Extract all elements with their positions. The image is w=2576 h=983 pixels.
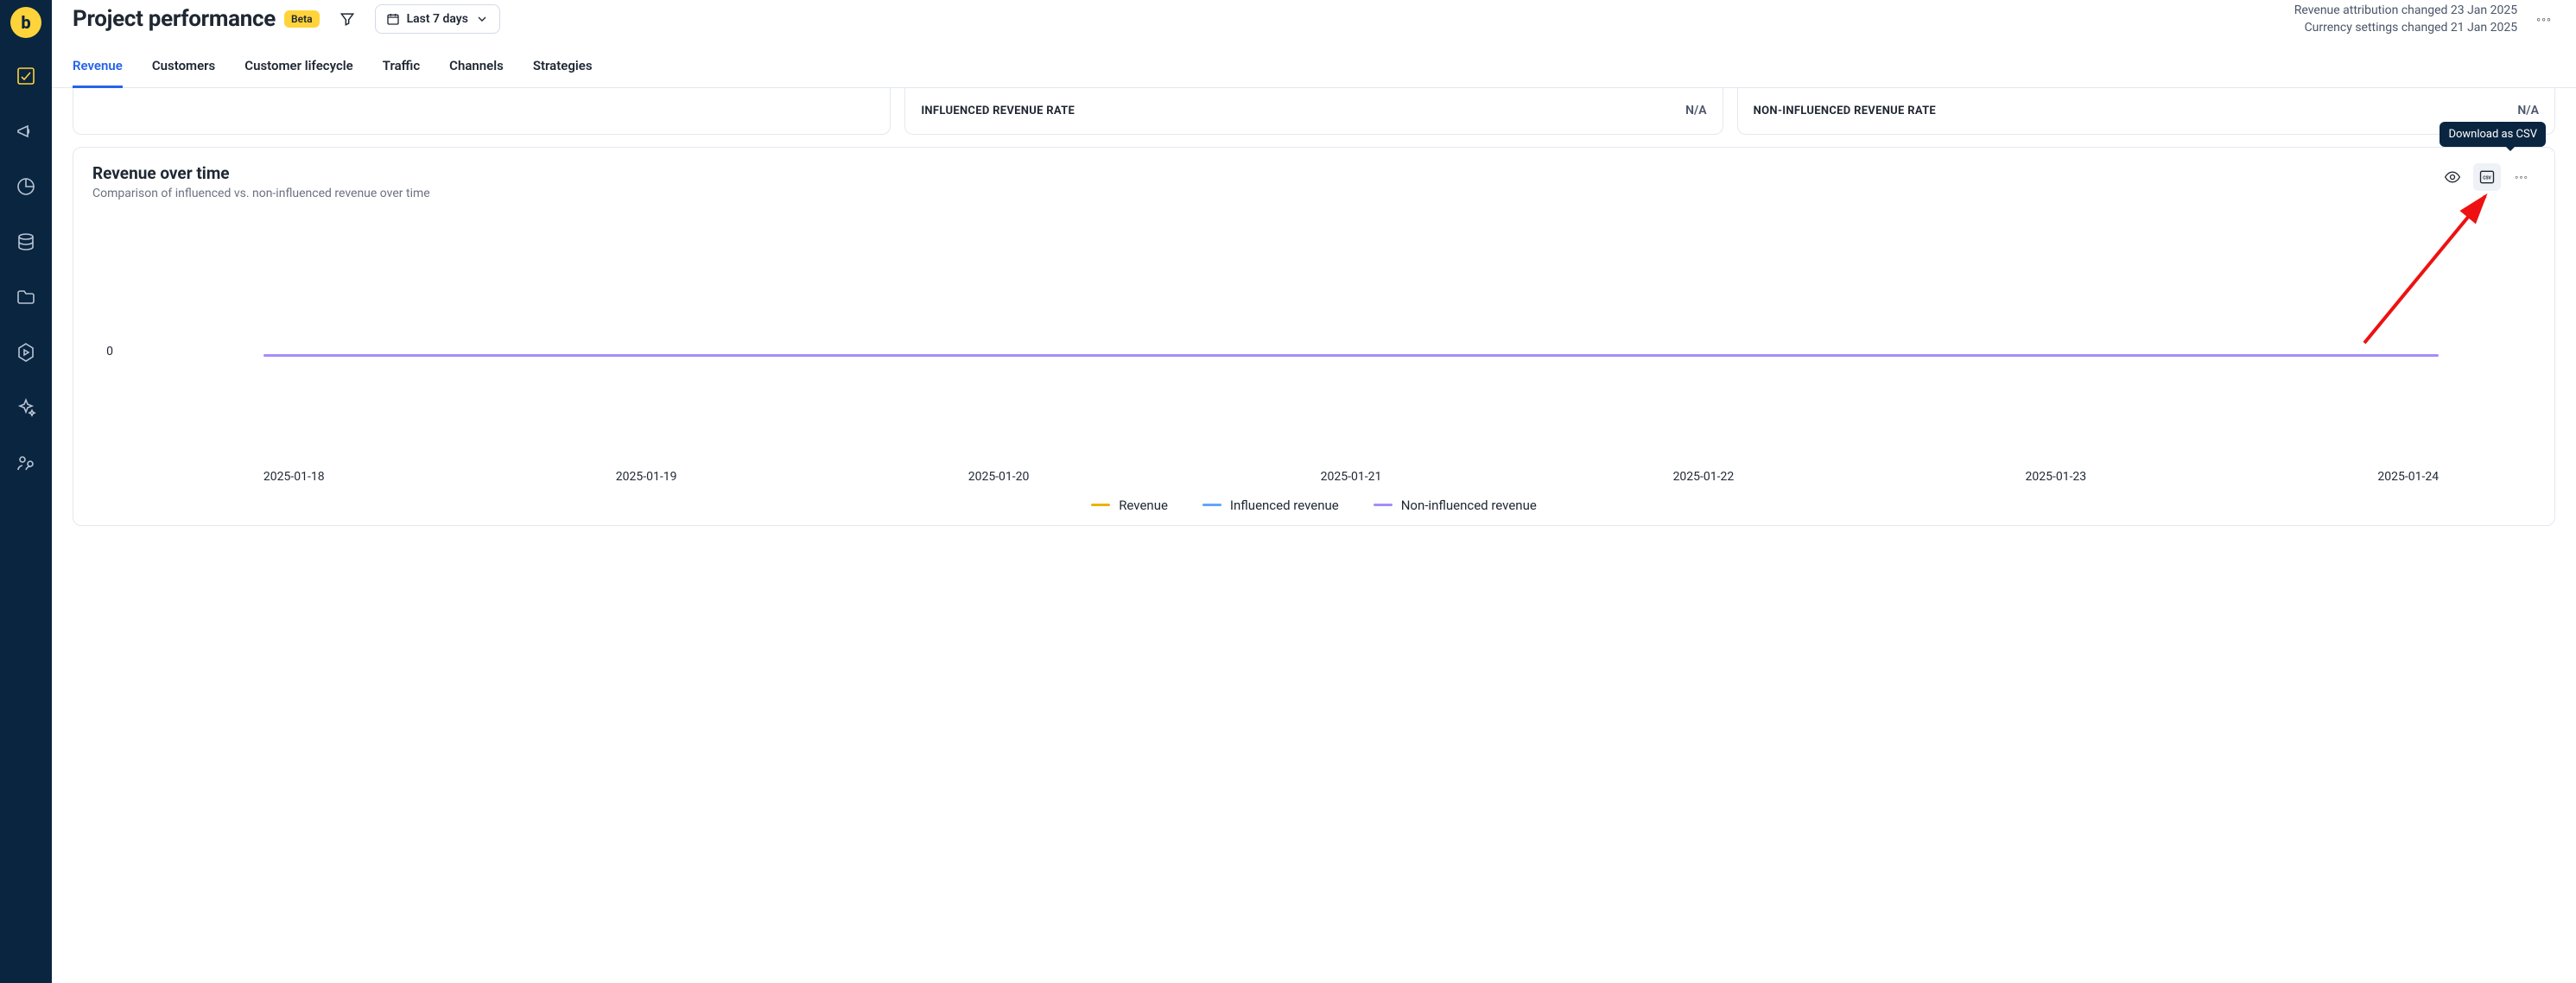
sidebar-item-campaigns[interactable]	[9, 114, 43, 149]
page-header: Project performance Beta Last 7 days Rev…	[52, 0, 2576, 37]
pie-icon	[16, 176, 36, 197]
sidebar-item-ai[interactable]	[9, 390, 43, 425]
sidebar-item-analytics[interactable]	[9, 169, 43, 204]
database-icon	[16, 231, 36, 252]
tabs: Revenue Customers Customer lifecycle Tra…	[52, 46, 2576, 88]
megaphone-icon	[16, 121, 36, 142]
sidebar-item-playground[interactable]	[9, 335, 43, 370]
sidebar: b	[0, 0, 52, 983]
logo[interactable]: b	[10, 7, 41, 38]
tab-traffic[interactable]: Traffic	[383, 49, 420, 88]
legend-swatch-icon	[1202, 504, 1221, 506]
beta-badge: Beta	[284, 10, 320, 28]
change-log-line: Revenue attribution changed 23 Jan 2025	[2294, 2, 2517, 19]
download-csv-button[interactable]: CSV	[2473, 163, 2501, 191]
legend-label: Influenced revenue	[1230, 498, 1339, 513]
main-content: Project performance Beta Last 7 days Rev…	[52, 0, 2576, 983]
csv-tooltip: Download as CSV	[2440, 122, 2546, 147]
chart-actions: CSV ◦◦◦	[2439, 163, 2535, 191]
change-log: Revenue attribution changed 23 Jan 2025 …	[2294, 2, 2517, 37]
filter-icon	[339, 10, 356, 28]
sidebar-item-dashboard[interactable]	[9, 59, 43, 93]
kpi-label: INFLUENCED REVENUE RATE	[921, 105, 1075, 117]
sparkle-icon	[16, 397, 36, 418]
chart-plot-area: 0 2025-01-18 2025-01-19 2025-01-20 2025-…	[92, 225, 2535, 484]
sidebar-item-team[interactable]	[9, 446, 43, 480]
csv-icon: CSV	[2478, 168, 2496, 186]
play-hex-icon	[16, 342, 36, 363]
sidebar-item-files[interactable]	[9, 280, 43, 314]
x-tick: 2025-01-21	[1321, 470, 1382, 484]
y-tick-0: 0	[92, 345, 118, 604]
x-tick: 2025-01-22	[1673, 470, 1735, 484]
tab-customers[interactable]: Customers	[152, 49, 215, 88]
change-log-line: Currency settings changed 21 Jan 2025	[2294, 19, 2517, 36]
dashboard-icon	[16, 66, 36, 86]
tab-strategies[interactable]: Strategies	[533, 49, 593, 88]
legend-non-influenced[interactable]: Non-influenced revenue	[1374, 498, 1537, 513]
tab-revenue[interactable]: Revenue	[73, 49, 123, 88]
x-tick: 2025-01-18	[263, 470, 325, 484]
legend-swatch-icon	[1374, 504, 1393, 506]
more-dots-icon: ◦◦◦	[2511, 168, 2532, 187]
x-tick: 2025-01-23	[2025, 470, 2086, 484]
kpi-cards-row: INFLUENCED REVENUE RATE N/A NON-INFLUENC…	[52, 88, 2576, 135]
chart-title: Revenue over time	[92, 163, 430, 183]
chart-subtitle: Comparison of influenced vs. non-influen…	[92, 187, 430, 200]
team-icon	[16, 453, 36, 473]
x-tick: 2025-01-19	[616, 470, 677, 484]
date-range-button[interactable]: Last 7 days	[375, 4, 500, 34]
eye-icon	[2444, 168, 2461, 186]
folder-icon	[16, 287, 36, 308]
filter-button[interactable]	[333, 5, 361, 33]
chart-plot[interactable]: 2025-01-18 2025-01-19 2025-01-20 2025-01…	[118, 225, 2535, 484]
series-line-non-influenced	[263, 354, 2439, 357]
chevron-down-icon	[475, 12, 489, 26]
kpi-card-influenced: INFLUENCED REVENUE RATE N/A	[904, 88, 1723, 135]
sidebar-item-data[interactable]	[9, 225, 43, 259]
calendar-icon	[386, 12, 400, 26]
legend-label: Non-influenced revenue	[1401, 498, 1537, 513]
chart-card: Download as CSV Revenue over time Compar…	[73, 147, 2555, 526]
kpi-value: N/A	[2517, 104, 2539, 117]
kpi-card-non-influenced: NON-INFLUENCED REVENUE RATE N/A	[1737, 88, 2555, 135]
chart-legend: Revenue Influenced revenue Non-influence…	[92, 498, 2535, 513]
date-range-label: Last 7 days	[407, 12, 468, 26]
kpi-card	[73, 88, 891, 135]
kpi-value: N/A	[1685, 104, 1707, 117]
x-tick: 2025-01-24	[2377, 470, 2439, 484]
chart-visibility-button[interactable]	[2439, 163, 2466, 191]
x-tick: 2025-01-20	[968, 470, 1030, 484]
kpi-label: NON-INFLUENCED REVENUE RATE	[1754, 105, 1936, 117]
tab-customer-lifecycle[interactable]: Customer lifecycle	[244, 49, 352, 88]
svg-text:CSV: CSV	[2483, 175, 2491, 181]
legend-influenced[interactable]: Influenced revenue	[1202, 498, 1339, 513]
legend-revenue[interactable]: Revenue	[1091, 498, 1168, 513]
tab-channels[interactable]: Channels	[449, 49, 504, 88]
header-more-button[interactable]: ◦◦◦	[2533, 9, 2555, 30]
legend-swatch-icon	[1091, 504, 1110, 506]
page-title: Project performance	[73, 6, 276, 32]
chart-more-button[interactable]: ◦◦◦	[2508, 163, 2535, 191]
legend-label: Revenue	[1119, 498, 1168, 513]
